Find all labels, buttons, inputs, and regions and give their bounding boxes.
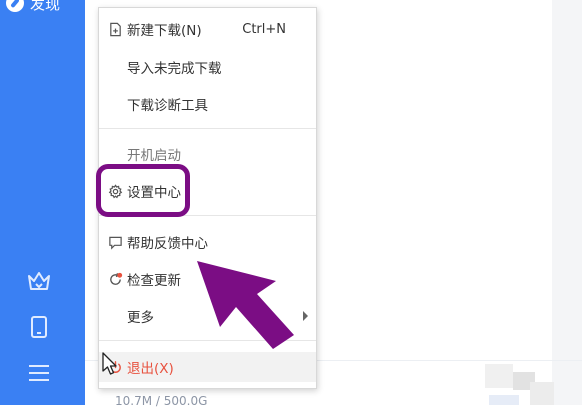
- menu-item-exit[interactable]: 退出(X): [99, 352, 316, 382]
- menu-item-label: 导入未完成下载: [127, 61, 222, 77]
- sidebar-item-discover[interactable]: 发现: [0, 0, 91, 16]
- menu-separator: [99, 128, 316, 129]
- sidebar: 发现: [0, 0, 85, 405]
- scroll-area[interactable]: [552, 0, 582, 405]
- blurred-region: [485, 364, 513, 388]
- hamburger-menu-icon[interactable]: [26, 360, 52, 386]
- menu-item-diagnostics[interactable]: 下载诊断工具: [99, 89, 316, 119]
- chevron-right-icon: [303, 311, 308, 321]
- sidebar-item-label: 发现: [30, 0, 61, 13]
- storage-usage: 10.7M / 500.0G: [115, 394, 208, 408]
- menu-item-label: 更多: [127, 310, 154, 326]
- chat-bubble-icon: [107, 234, 123, 250]
- menu-item-label: 新建下载(N): [127, 23, 202, 39]
- annotation-arrow-icon: [197, 261, 294, 349]
- shortcut-label: Ctrl+N: [242, 21, 286, 37]
- compass-icon: [6, 0, 24, 12]
- menu-item-label: 退出(X): [127, 361, 174, 377]
- menu-item-import-incomplete[interactable]: 导入未完成下载: [99, 52, 316, 82]
- crown-icon[interactable]: [26, 268, 52, 294]
- mouse-cursor-icon: [102, 352, 117, 375]
- blurred-region: [530, 382, 554, 405]
- menu-item-label: 检查更新: [127, 273, 181, 289]
- annotation-highlight-box: [96, 164, 190, 217]
- menu-item-help-feedback[interactable]: 帮助反馈中心: [99, 227, 316, 257]
- phone-icon[interactable]: [26, 314, 52, 340]
- menu-item-label: 下载诊断工具: [127, 98, 208, 114]
- update-icon: [107, 271, 123, 287]
- menu-item-label: 开机启动: [127, 148, 181, 164]
- new-download-icon: [107, 21, 123, 37]
- menu-item-label: 帮助反馈中心: [127, 236, 208, 252]
- blurred-region: [489, 395, 519, 405]
- menu-item-new-download[interactable]: 新建下载(N) Ctrl+N: [99, 14, 316, 44]
